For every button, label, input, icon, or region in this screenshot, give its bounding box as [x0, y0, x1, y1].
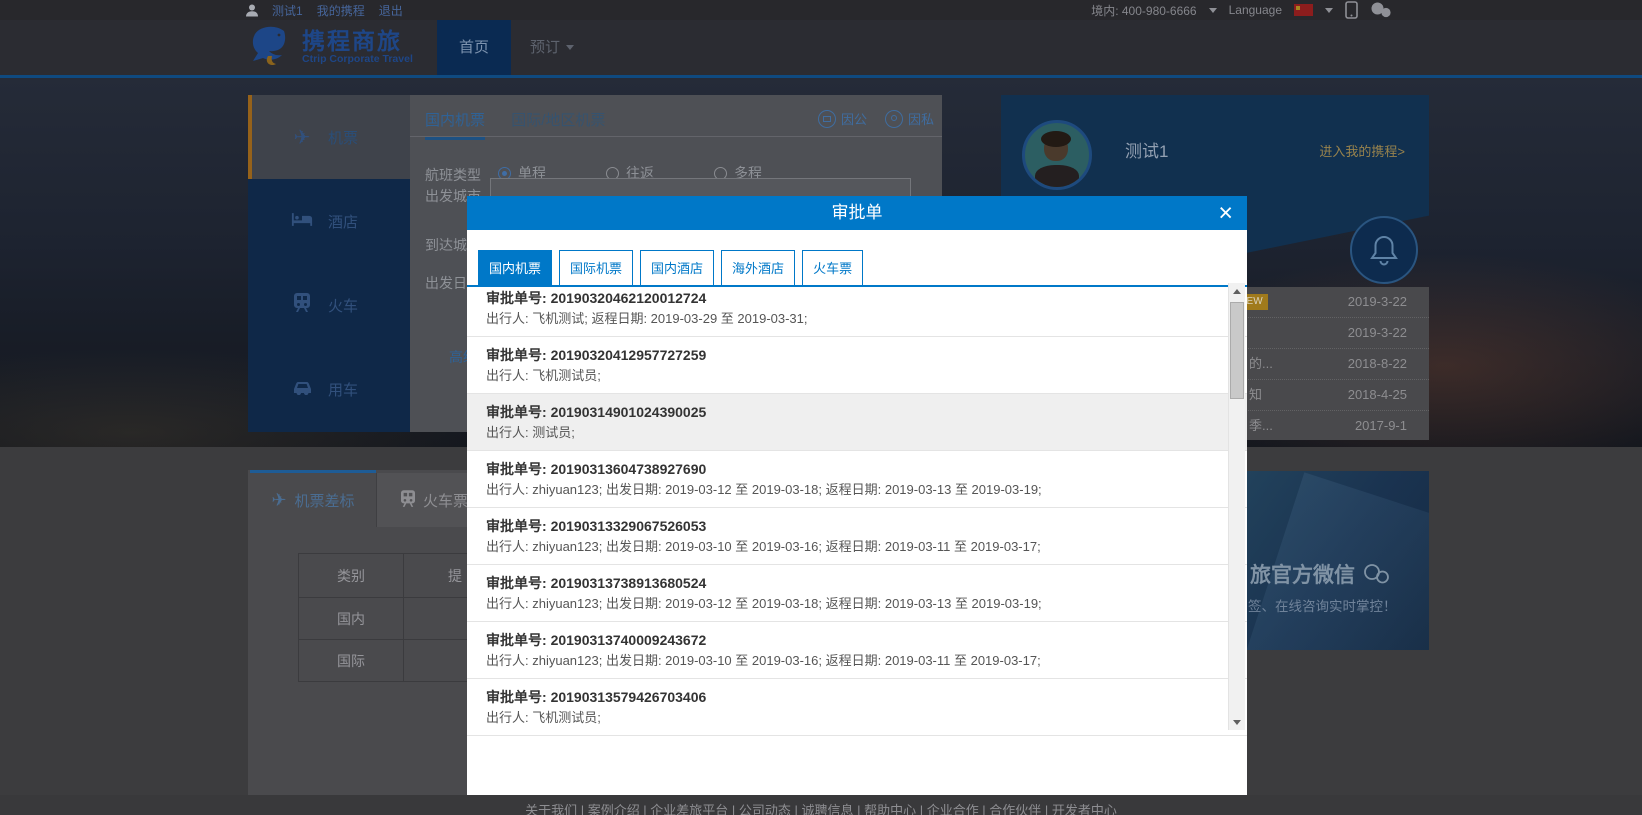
mobile-app-icon[interactable] — [1345, 1, 1358, 19]
sidebar-item-train[interactable]: 火车 — [248, 263, 410, 347]
plane-icon: ✈ — [271, 490, 286, 511]
dolphin-logo-icon — [248, 26, 294, 68]
nav-tab-booking[interactable]: 预订 — [530, 20, 574, 75]
language-caret-icon — [1325, 8, 1333, 13]
bed-icon — [290, 210, 314, 233]
notice-date: 2018-8-22 — [1348, 349, 1407, 379]
private-icon — [885, 110, 903, 128]
hotline-text[interactable]: 境内: 400-980-6666 — [1091, 2, 1196, 19]
sidebar-item-flight[interactable]: ✈ 机票 — [248, 95, 410, 179]
brand-name-cn: 携程商旅 — [302, 29, 413, 53]
approval-order-row[interactable]: 审批单号: 20190320462120012724 出行人: 飞机测试; 返程… — [467, 280, 1247, 337]
footer-links[interactable]: 关于我们 | 案例介绍 | 企业差旅平台 | 公司动态 | 诚聘信息 | 帮助中… — [0, 803, 1642, 815]
brand-name-en: Ctrip Corporate Travel — [302, 53, 413, 65]
order-detail: 出行人: zhiyuan123; 出发日期: 2019-03-10 至 2019… — [486, 540, 1217, 554]
approval-order-row[interactable]: 审批单号: 20190313329067526053 出行人: zhiyuan1… — [467, 508, 1247, 565]
arrow-down-icon — [1233, 720, 1241, 725]
notice-title-fragment: 的... — [1249, 349, 1273, 379]
user-name: 测试1 — [1125, 137, 1168, 162]
order-number: 20190314901024390025 — [551, 404, 707, 420]
order-detail: 出行人: 飞机测试; 返程日期: 2019-03-29 至 2019-03-31… — [486, 312, 1217, 326]
business-icon — [818, 110, 836, 128]
approval-order-row[interactable]: 审批单号: 20190313738913680524 出行人: zhiyuan1… — [467, 565, 1247, 622]
plane-icon: ✈ — [290, 125, 314, 150]
approval-order-row[interactable]: 审批单号: 20190313579426703406 出行人: 飞机测试员; — [467, 679, 1247, 736]
topbar-logout-link[interactable]: 退出 — [379, 2, 403, 19]
table-cell-international: 国际 — [299, 640, 404, 682]
wechat-icon[interactable] — [1370, 2, 1392, 18]
modal-title: 审批单 — [467, 196, 1247, 230]
wechat-banner-subtitle: 签、在线咨询实时掌控！ — [1248, 595, 1397, 615]
approval-order-row[interactable]: 审批单号: 20190313740009243672 出行人: zhiyuan1… — [467, 622, 1247, 679]
topbar: 测试1 我的携程 退出 境内: 400-980-6666 Language — [0, 0, 1642, 20]
order-number: 20190313579426703406 — [551, 689, 707, 705]
notice-date: 2018-4-25 — [1348, 380, 1407, 410]
bell-icon — [1369, 234, 1399, 266]
approval-order-row[interactable]: 审批单号: 20190320412957727259 出行人: 飞机测试员; — [467, 337, 1247, 394]
approval-order-list: 审批单号: 20190320462120012724 出行人: 飞机测试; 返程… — [467, 280, 1247, 736]
tab-international-flight[interactable]: 国际/地区机票 — [511, 112, 605, 129]
modal-header: 审批单 × — [467, 196, 1247, 230]
tab-divider — [410, 136, 942, 137]
booking-sidebar: ✈ 机票 酒店 火车 — [248, 95, 410, 432]
notice-date: 2019-3-22 — [1348, 287, 1407, 317]
order-detail: 出行人: 飞机测试员; — [486, 369, 1217, 383]
order-number: 20190313738913680524 — [551, 575, 707, 591]
notice-title-fragment: 季... — [1249, 411, 1273, 441]
footer: 关于我们 | 案例介绍 | 企业差旅平台 | 公司动态 | 诚聘信息 | 帮助中… — [0, 795, 1642, 815]
order-detail: 出行人: zhiyuan123; 出发日期: 2019-03-12 至 2019… — [486, 483, 1217, 497]
tab-flight-standard[interactable]: ✈ 机票差标 — [250, 470, 376, 527]
table-header-category: 类别 — [299, 554, 404, 598]
train-icon — [401, 490, 415, 511]
wechat-banner-title: 旅官方微信 — [1250, 559, 1389, 589]
scroll-up-button[interactable] — [1229, 283, 1245, 299]
order-detail: 出行人: zhiyuan123; 出发日期: 2019-03-12 至 2019… — [486, 597, 1217, 611]
avatar — [1022, 120, 1092, 190]
notice-date: 2017-9-1 — [1355, 411, 1407, 441]
close-icon[interactable]: × — [1218, 196, 1233, 230]
approval-modal: 审批单 × 国内机票 国际机票 国内酒店 海外酒店 火车票 审批单号: 2019… — [467, 196, 1247, 795]
car-icon — [290, 378, 314, 401]
order-number: 20190313604738927690 — [551, 461, 707, 477]
user-icon — [246, 4, 258, 17]
approval-order-row-highlighted[interactable]: 审批单号: 20190314901024390025 出行人: 测试员; — [467, 394, 1247, 451]
wechat-bubbles-icon — [1363, 564, 1389, 584]
booking-caret-icon — [566, 45, 574, 50]
order-detail: 出行人: 飞机测试员; — [486, 711, 1217, 725]
order-detail: 出行人: zhiyuan123; 出发日期: 2019-03-10 至 2019… — [486, 654, 1217, 668]
notification-bell-button[interactable] — [1350, 216, 1418, 284]
china-flag-icon — [1294, 4, 1313, 16]
train-icon — [290, 293, 314, 318]
language-label[interactable]: Language — [1229, 3, 1282, 17]
sidebar-item-hotel[interactable]: 酒店 — [248, 179, 410, 263]
order-number: 20190320462120012724 — [551, 290, 707, 306]
order-number: 20190320412957727259 — [551, 347, 707, 363]
nav-tab-home[interactable]: 首页 — [437, 20, 511, 75]
table-cell-domestic: 国内 — [299, 598, 404, 640]
scrollbar-thumb[interactable] — [1230, 302, 1244, 399]
order-detail: 出行人: 测试员; — [486, 426, 1217, 440]
order-number: 20190313329067526053 — [551, 518, 707, 534]
topbar-mytrip-link[interactable]: 我的携程 — [317, 2, 365, 19]
enter-mytrip-link[interactable]: 进入我的携程> — [1319, 141, 1405, 160]
scroll-down-button[interactable] — [1229, 714, 1245, 730]
brand-logo[interactable]: 携程商旅 Ctrip Corporate Travel — [248, 26, 413, 68]
notice-date: 2019-3-22 — [1348, 318, 1407, 348]
toggle-private[interactable]: 因私 — [885, 109, 934, 128]
approval-order-row[interactable]: 审批单号: 20190313604738927690 出行人: zhiyuan1… — [467, 451, 1247, 508]
arrow-up-icon — [1233, 289, 1241, 294]
sidebar-item-car[interactable]: 用车 — [248, 347, 410, 431]
navbar: 携程商旅 Ctrip Corporate Travel 首页 预订 — [0, 20, 1642, 78]
notice-title-fragment: 知 — [1249, 380, 1262, 410]
toggle-business[interactable]: 因公 — [818, 109, 867, 128]
order-number: 20190313740009243672 — [551, 632, 707, 648]
topbar-username[interactable]: 测试1 — [272, 2, 303, 19]
flight-type-label: 航班类型 — [425, 165, 481, 185]
page: 测试1 我的携程 退出 境内: 400-980-6666 Language — [0, 0, 1642, 815]
hotline-caret-icon — [1209, 8, 1217, 13]
scrollbar[interactable] — [1228, 283, 1245, 730]
